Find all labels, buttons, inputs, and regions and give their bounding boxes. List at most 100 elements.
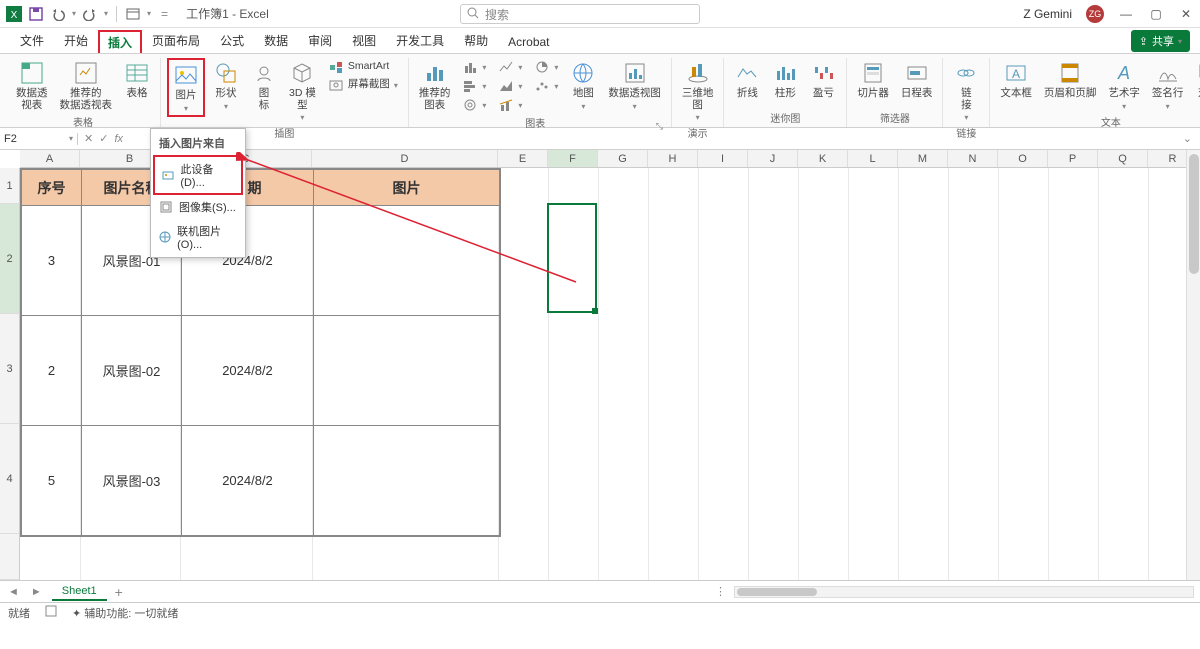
bar-chart-button[interactable]: ▾: [458, 77, 490, 95]
tab-view[interactable]: 视图: [342, 28, 386, 53]
tab-devtools[interactable]: 开发工具: [386, 28, 454, 53]
tab-home[interactable]: 开始: [54, 28, 98, 53]
column-chart-button[interactable]: ▾: [458, 58, 490, 76]
col-header-L[interactable]: L: [848, 150, 898, 167]
sparkline-column-button[interactable]: 柱形: [768, 58, 802, 102]
wordart-button[interactable]: A艺术字▾: [1104, 58, 1144, 113]
fill-handle[interactable]: [592, 308, 598, 314]
row-headers[interactable]: 1234: [0, 168, 20, 580]
col-header-E[interactable]: E: [498, 150, 548, 167]
tab-acrobat[interactable]: Acrobat: [498, 31, 559, 53]
vertical-scrollbar[interactable]: [1186, 150, 1200, 580]
formula-expand[interactable]: ⌄: [1175, 132, 1200, 145]
row-header-3[interactable]: 3: [0, 314, 20, 424]
vertical-scroll-thumb[interactable]: [1189, 154, 1199, 274]
selected-cell[interactable]: [547, 203, 597, 313]
name-box[interactable]: F2▾: [0, 133, 78, 145]
share-button[interactable]: ⇪共享▾: [1131, 30, 1190, 52]
redo-icon[interactable]: [82, 6, 98, 22]
col-header-P[interactable]: P: [1048, 150, 1098, 167]
table-cell[interactable]: 2024/8/2: [182, 316, 314, 426]
row-header-2[interactable]: 2: [0, 204, 20, 314]
close-button[interactable]: ✕: [1178, 6, 1194, 22]
horizontal-scrollbar[interactable]: [734, 586, 1194, 598]
tab-insert[interactable]: 插入: [98, 30, 142, 53]
user-name[interactable]: Z Gemini: [1023, 7, 1072, 21]
sheet-prev-button[interactable]: ◄: [6, 586, 21, 598]
table-cell[interactable]: 风景图-03: [82, 426, 182, 536]
undo-icon[interactable]: [50, 6, 66, 22]
pictures-from-device[interactable]: 此设备(D)...: [153, 155, 243, 195]
qa-dropdown[interactable]: ▾: [147, 9, 151, 18]
timeline-button[interactable]: 日程表: [897, 58, 937, 102]
col-header-H[interactable]: H: [648, 150, 698, 167]
tab-pagelayout[interactable]: 页面布局: [142, 28, 210, 53]
sparkline-line-button[interactable]: 折线: [730, 58, 764, 102]
3dmap-button[interactable]: 三维地 图▾: [678, 58, 718, 124]
cancel-icon[interactable]: ✕: [84, 132, 93, 145]
icons-button[interactable]: 图 标: [247, 58, 281, 113]
table-cell[interactable]: [314, 206, 500, 316]
col-header-F[interactable]: F: [548, 150, 598, 167]
smartart-button[interactable]: SmartArt: [324, 58, 402, 76]
table-cell[interactable]: 2: [22, 316, 82, 426]
tab-review[interactable]: 审阅: [298, 28, 342, 53]
search-box[interactable]: 搜索: [460, 4, 700, 24]
table-cell[interactable]: [314, 426, 500, 536]
col-header-O[interactable]: O: [998, 150, 1048, 167]
row-header-4[interactable]: 4: [0, 424, 20, 534]
screenshot-button[interactable]: 屏幕截图▾: [324, 76, 402, 94]
pictures-stock[interactable]: 图像集(S)...: [153, 195, 243, 219]
user-avatar[interactable]: ZG: [1086, 5, 1104, 23]
charts-dialog-launcher[interactable]: ⤡: [656, 121, 663, 132]
tab-help[interactable]: 帮助: [454, 28, 498, 53]
enter-icon[interactable]: ✓: [99, 132, 108, 145]
status-macro-icon[interactable]: [44, 604, 58, 621]
table-header[interactable]: 图片: [314, 170, 500, 206]
col-header-J[interactable]: J: [748, 150, 798, 167]
col-header-A[interactable]: A: [20, 150, 80, 167]
add-sheet-button[interactable]: +: [115, 584, 123, 600]
fx-icon[interactable]: fx: [114, 133, 123, 145]
col-header-M[interactable]: M: [898, 150, 948, 167]
scatter-chart-button[interactable]: ▾: [530, 77, 562, 95]
sparkline-winloss-button[interactable]: 盈亏: [806, 58, 840, 102]
table-header[interactable]: 序号: [22, 170, 82, 206]
link-button[interactable]: 链 接▾: [949, 58, 983, 124]
tab-file[interactable]: 文件: [10, 28, 54, 53]
undo-dropdown[interactable]: ▾: [72, 9, 76, 18]
table-cell[interactable]: 风景图-02: [82, 316, 182, 426]
object-button[interactable]: 对象: [1191, 58, 1200, 102]
map-button[interactable]: 地图▾: [566, 58, 600, 113]
area-chart-button[interactable]: ▾: [494, 77, 526, 95]
col-header-I[interactable]: I: [698, 150, 748, 167]
pivot-chart-button[interactable]: 数据透视图▾: [604, 58, 665, 113]
col-header-K[interactable]: K: [798, 150, 848, 167]
accessibility-status[interactable]: ✦ 辅助功能: 一切就绪: [72, 605, 178, 621]
signature-button[interactable]: 签名行▾: [1148, 58, 1188, 113]
horizontal-scroll-thumb[interactable]: [737, 588, 817, 596]
col-header-G[interactable]: G: [598, 150, 648, 167]
sheet-tab[interactable]: Sheet1: [52, 583, 107, 601]
shapes-button[interactable]: 形状▾: [209, 58, 243, 113]
col-header-D[interactable]: D: [312, 150, 498, 167]
redo-dropdown[interactable]: ▾: [104, 9, 108, 18]
row-header-1[interactable]: 1: [0, 168, 20, 204]
table-cell[interactable]: 5: [22, 426, 82, 536]
recommended-charts-button[interactable]: 推荐的 图表: [415, 58, 455, 113]
pivot-table-button[interactable]: 数据透 视表: [12, 58, 52, 113]
table-cell[interactable]: 3: [22, 206, 82, 316]
col-header-N[interactable]: N: [948, 150, 998, 167]
save-icon[interactable]: [28, 6, 44, 22]
col-header-Q[interactable]: Q: [1098, 150, 1148, 167]
pie-chart-button[interactable]: ▾: [530, 58, 562, 76]
minimize-button[interactable]: —: [1118, 6, 1134, 22]
line-chart-button[interactable]: ▾: [494, 58, 526, 76]
stock-chart-button[interactable]: ▾: [458, 96, 490, 114]
3dmodel-button[interactable]: 3D 模 型▾: [285, 58, 320, 124]
pictures-button[interactable]: 图片▾: [167, 58, 205, 117]
header-footer-button[interactable]: 页眉和页脚: [1040, 58, 1101, 102]
slicer-button[interactable]: 切片器: [853, 58, 893, 102]
qa-customize-icon[interactable]: [125, 6, 141, 22]
sheet-next-button[interactable]: ►: [29, 586, 44, 598]
